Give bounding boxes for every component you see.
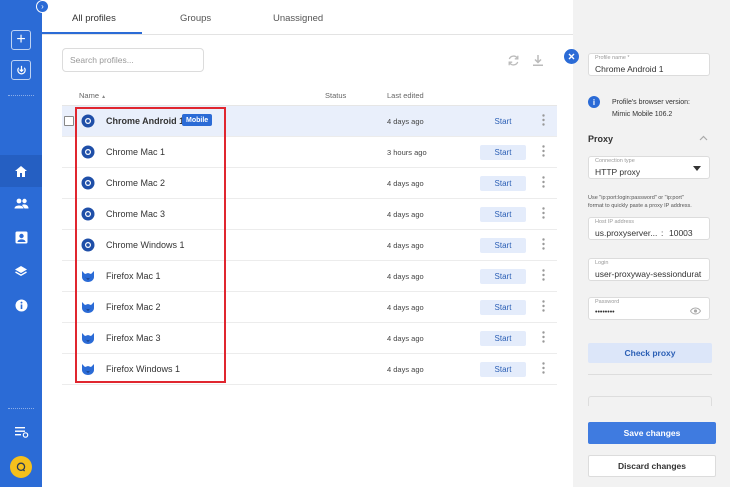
sidebar-item-info[interactable] [0,289,42,321]
plus-icon[interactable]: + [11,30,31,50]
login-label: Login [595,260,609,266]
list-settings-icon [14,427,28,438]
column-last-edited-header: Last edited [387,91,424,100]
info-icon: i [588,96,600,108]
browser-version-label: Profile's browser version: [612,99,690,106]
search-input[interactable]: Search profiles... [62,48,204,72]
app-window: + › All profiles Groups Unassigned Searc… [0,0,730,487]
refresh-icon[interactable] [505,52,521,68]
connection-type-select[interactable]: Connection type HTTP proxy [588,156,710,179]
tab-unassigned[interactable]: Unassigned [273,13,323,24]
close-panel-button[interactable] [564,49,579,64]
close-icon [568,53,575,60]
help-chat-icon[interactable] [10,456,32,478]
port-separator: : [661,228,664,238]
tab-all-profiles[interactable]: All profiles [72,13,116,24]
start-button[interactable]: Start [480,362,526,377]
collapsed-section [588,396,712,406]
more-options-icon[interactable] [540,238,546,253]
port-value[interactable]: 10003 [669,228,693,238]
host-ip-field[interactable]: Host IP address us.proxyserver... : 1000… [588,217,710,240]
start-button[interactable]: Start [480,331,526,346]
connection-type-label: Connection type [595,158,635,164]
download-icon[interactable] [530,52,546,68]
proxy-section-title: Proxy [588,134,614,144]
contact-card-icon [15,231,27,243]
eye-icon[interactable] [690,307,701,315]
start-button[interactable]: Start [480,269,526,284]
panel-divider [588,374,712,375]
login-field[interactable]: Login user-proxyway-sessiondurat [588,258,710,281]
proxy-format-hint: Use "ip:port:login:password" or "ip:port… [588,195,684,201]
more-options-icon[interactable] [540,176,546,191]
last-edited: 3 hours ago [387,148,427,157]
highlight-box [75,107,226,383]
sidebar-item-home[interactable] [0,155,42,187]
start-button[interactable]: Start [480,207,526,222]
sidebar-item-layers[interactable] [0,255,42,287]
layers-icon [15,265,27,276]
start-button[interactable]: Start [480,145,526,160]
login-value: user-proxyway-sessiondurat [595,269,702,279]
more-options-icon[interactable] [540,114,546,129]
last-edited: 4 days ago [387,334,424,343]
profile-name-value: Chrome Android 1 [595,64,664,74]
sidebar: + [0,0,42,487]
host-ip-label: Host IP address [595,219,635,225]
more-options-icon[interactable] [540,207,546,222]
last-edited: 4 days ago [387,303,424,312]
check-proxy-button[interactable]: Check proxy [588,343,712,363]
password-value: •••••••• [595,309,615,316]
info-icon [15,299,27,311]
sidebar-divider [8,95,34,96]
sidebar-divider [8,408,34,409]
home-icon [15,165,27,177]
host-ip-value: us.proxyserver... [595,228,658,238]
start-button[interactable]: Start [480,114,526,129]
profile-name-label: Profile name * [595,55,630,61]
proxy-format-hint-2: format to quickly paste a proxy IP addre… [588,203,692,209]
last-edited: 4 days ago [387,365,424,374]
table-header: Name ▲ Status Last edited [62,88,557,106]
sidebar-item-users[interactable] [0,187,42,219]
last-edited: 4 days ago [387,241,424,250]
start-button[interactable]: Start [480,300,526,315]
more-options-icon[interactable] [540,331,546,346]
more-options-icon[interactable] [540,300,546,315]
last-edited: 4 days ago [387,272,424,281]
search-placeholder: Search profiles... [70,55,134,65]
more-options-icon[interactable] [540,145,546,160]
column-name-header[interactable]: Name ▲ [79,91,106,100]
start-button[interactable]: Start [480,238,526,253]
column-status-header: Status [325,91,347,100]
more-options-icon[interactable] [540,362,546,377]
browser-version-value: Mimic Mobile 106.2 [612,111,673,118]
start-button[interactable]: Start [480,176,526,191]
profile-name-field[interactable]: Profile name * Chrome Android 1 [588,53,710,76]
last-edited: 4 days ago [387,210,424,219]
password-label: Password [595,299,620,305]
chevron-up-icon[interactable] [699,134,708,143]
last-edited: 4 days ago [387,117,424,126]
discard-changes-button[interactable]: Discard changes [588,455,716,477]
last-edited: 4 days ago [387,179,424,188]
dropdown-arrow-icon [693,166,701,171]
sidebar-item-contacts[interactable] [0,221,42,253]
more-options-icon[interactable] [540,269,546,284]
tab-groups[interactable]: Groups [180,13,211,24]
sidebar-item-list-settings[interactable] [0,416,42,448]
users-icon [14,198,28,208]
connection-type-value: HTTP proxy [595,167,641,177]
active-tab-indicator [42,32,142,34]
import-icon[interactable] [11,60,31,80]
row-checkbox[interactable] [64,116,74,126]
save-changes-button[interactable]: Save changes [588,422,716,444]
